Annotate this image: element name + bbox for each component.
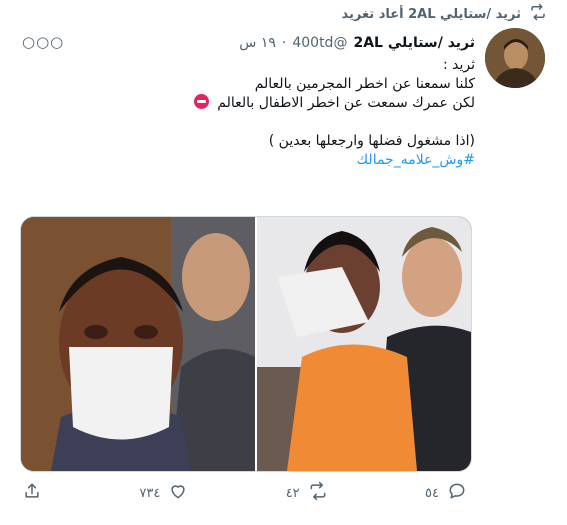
separator-dot: ·: [281, 35, 287, 51]
display-name[interactable]: ثريد /ستايلي 2AL: [353, 35, 475, 51]
retweet-banner-icon: [529, 3, 547, 25]
tweet-text: ثريد : كلنا سمعنا عن اخطر المجرمين بالعا…: [55, 56, 475, 170]
tweet-actions: ٥٤ ٤٢ ٧٣٤: [22, 481, 467, 505]
retweet-banner-text: ثريد /ستايلي 2AL أعاد تغريد: [341, 6, 521, 22]
share-button[interactable]: [22, 481, 42, 505]
like-count: ٧٣٤: [139, 485, 161, 501]
tweet-media[interactable]: [20, 216, 472, 472]
retweet-banner[interactable]: ثريد /ستايلي 2AL أعاد تغريد: [341, 3, 547, 25]
timestamp[interactable]: ١٩ س: [239, 35, 276, 51]
like-button[interactable]: ٧٣٤: [139, 481, 188, 505]
tweet-line: ثريد :: [442, 57, 475, 73]
reply-count: ٥٤: [425, 485, 439, 501]
retweet-icon: [308, 481, 328, 505]
more-icon[interactable]: ○○○: [22, 33, 64, 51]
media-photo-left[interactable]: [21, 217, 257, 471]
like-icon: [168, 481, 188, 505]
tweet-line: لكن عمرك سمعت عن اخطر الاطفال بالعالم: [55, 94, 475, 113]
reply-icon: [447, 481, 467, 505]
reply-button[interactable]: ٥٤: [425, 481, 467, 505]
retweet-button[interactable]: ٤٢: [286, 481, 328, 505]
tweet-line-text: لكن عمرك سمعت عن اخطر الاطفال بالعالم: [217, 95, 475, 111]
handle[interactable]: @400td: [292, 35, 347, 51]
media-photo-right[interactable]: [257, 217, 471, 471]
tweet-line: كلنا سمعنا عن اخطر المجرمين بالعالم: [254, 76, 475, 92]
retweet-count: ٤٢: [285, 485, 300, 501]
no-entry-icon: [193, 94, 209, 109]
hashtag-link[interactable]: #وش_علامه_جمالك: [55, 151, 475, 170]
share-icon: [22, 481, 42, 505]
tweet-header: ثريد /ستايلي 2AL @400td · ١٩ س: [60, 32, 475, 54]
tweet-line: (اذا مشغول فضلها وارجعلها بعدين ): [268, 133, 475, 149]
avatar[interactable]: [485, 28, 545, 88]
